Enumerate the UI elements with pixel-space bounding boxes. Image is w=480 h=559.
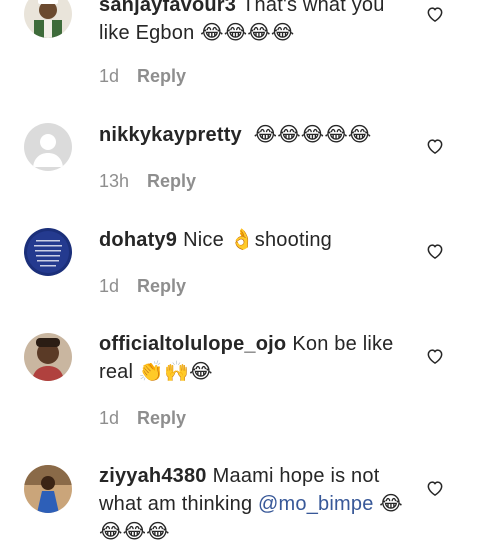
heart-outline-icon[interactable] <box>425 478 445 498</box>
comment-meta: 13h Reply <box>99 170 196 192</box>
comment-timestamp: 1d <box>99 276 120 296</box>
heart-outline-icon[interactable] <box>425 241 445 261</box>
comment-body: officialtolulope_ojo Kon be like real 👏🙌😂 <box>99 331 419 386</box>
comment-body: dohaty9 Nice 👌shooting <box>99 226 419 254</box>
avatar[interactable] <box>24 123 72 171</box>
reply-button[interactable]: Reply <box>137 66 186 86</box>
avatar[interactable] <box>24 333 72 381</box>
comment-timestamp: 13h <box>99 171 130 191</box>
comment-username[interactable]: dohaty9 <box>99 229 177 251</box>
reply-button[interactable]: Reply <box>137 408 186 428</box>
heart-outline-icon[interactable] <box>425 346 445 366</box>
comment-username[interactable]: officialtolulope_ojo <box>99 333 286 355</box>
comment-meta: 1d Reply <box>99 407 186 429</box>
avatar[interactable] <box>24 465 72 513</box>
comment-list: sanjayfavour3 That's what you like Egbon … <box>0 0 480 559</box>
comment-emoji: 😂😂😂😂😂 <box>253 122 372 146</box>
comment-emoji: 😂😂😂😂 <box>200 20 295 44</box>
comment-text: Nice <box>183 229 230 251</box>
avatar[interactable] <box>24 228 72 276</box>
comment-body: sanjayfavour3 That's what you like Egbon … <box>99 0 399 47</box>
comment-timestamp: 1d <box>99 408 120 428</box>
heart-outline-icon[interactable] <box>425 4 445 24</box>
avatar[interactable] <box>24 0 72 38</box>
comment-username[interactable]: sanjayfavour3 <box>99 0 236 16</box>
comment-emoji: 👌 <box>229 227 255 251</box>
reply-button[interactable]: Reply <box>147 171 196 191</box>
comment-emoji: 👏🙌😂 <box>138 359 213 383</box>
heart-outline-icon[interactable] <box>425 136 445 156</box>
comment-meta: 1d Reply <box>99 275 186 297</box>
reply-button[interactable]: Reply <box>137 276 186 296</box>
mention-link[interactable]: @mo_bimpe <box>258 493 373 515</box>
comment-text-after: shooting <box>254 229 332 251</box>
comment-body: nikkykaypretty 😂😂😂😂😂 <box>99 121 419 149</box>
comment-timestamp: 1d <box>99 66 120 86</box>
comment-username[interactable]: ziyyah4380 <box>99 465 207 487</box>
comment-meta: 1d Reply <box>99 65 186 87</box>
comment-body: ziyyah4380 Maami hope is not what am thin… <box>99 463 409 546</box>
comment-username[interactable]: nikkykaypretty <box>99 124 242 146</box>
